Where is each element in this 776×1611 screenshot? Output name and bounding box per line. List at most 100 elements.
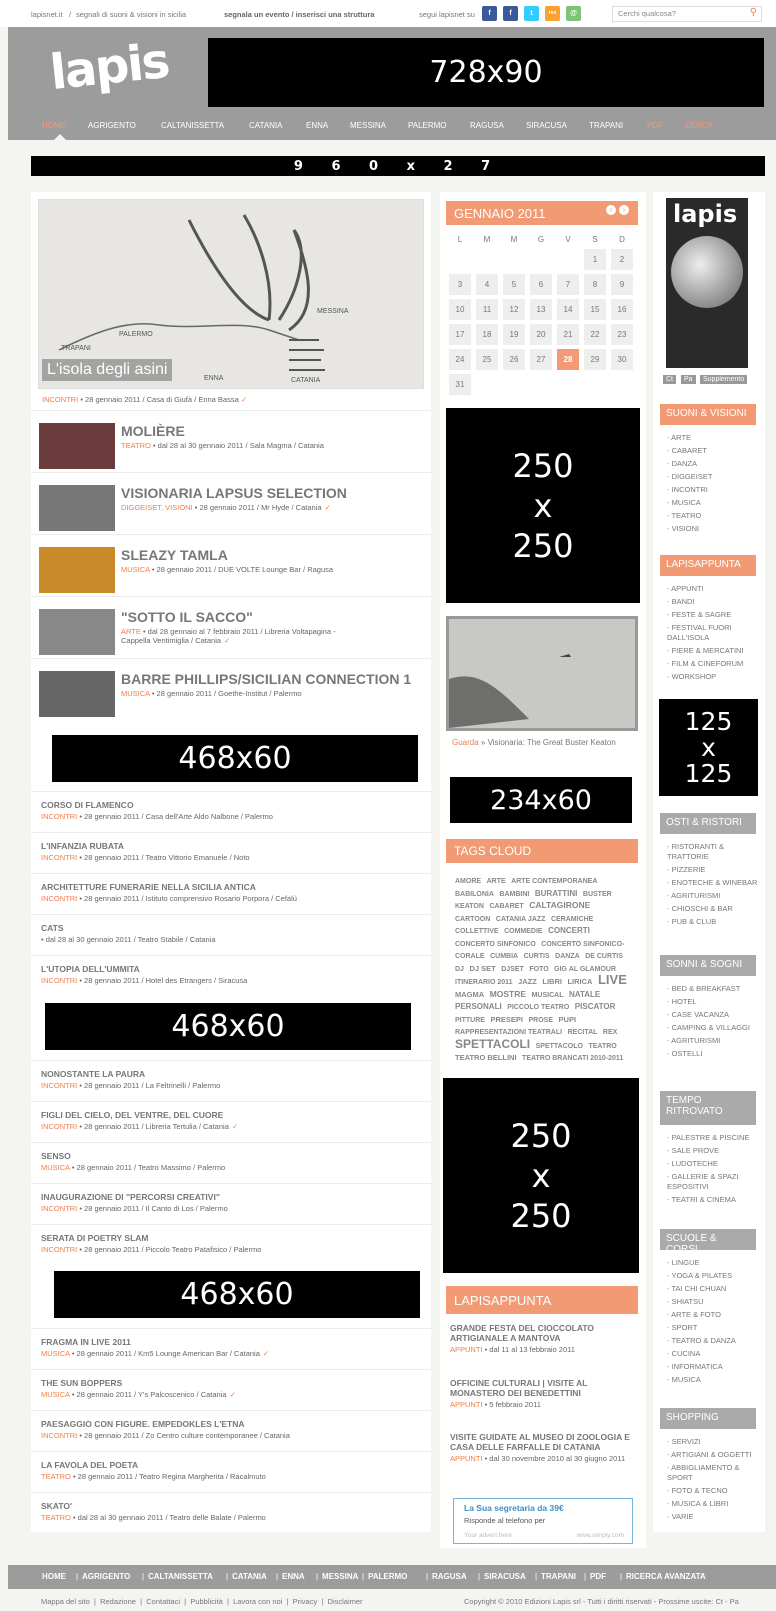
mag-tab-pa[interactable]: Pa: [681, 375, 696, 384]
calendar-day[interactable]: 20: [530, 324, 552, 345]
footer-link[interactable]: SIRACUSA: [484, 1572, 526, 1581]
calendar-day[interactable]: 13: [530, 299, 552, 320]
event-title[interactable]: PAESAGGIO CON FIGURE. EMPEDOKLES L'ETNA: [41, 1419, 245, 1429]
calendar-day[interactable]: 11: [476, 299, 498, 320]
footer-link[interactable]: AGRIGENTO: [82, 1572, 130, 1581]
tag-link[interactable]: BABILONIA: [455, 891, 494, 898]
section-link[interactable]: DIGGEISET: [667, 472, 759, 482]
calendar-day[interactable]: 14: [557, 299, 579, 320]
event-category[interactable]: DIGGEISET, VISIONI: [121, 503, 193, 512]
nav-siracusa[interactable]: SIRACUSA: [526, 121, 567, 130]
site-logo[interactable]: lapis: [47, 33, 170, 101]
section-link[interactable]: CASE VACANZA: [667, 1010, 759, 1020]
tag-link[interactable]: RAPPRESENTAZIONI TEATRALI: [455, 1029, 562, 1036]
tag-link[interactable]: COLLETTIVE: [455, 928, 499, 935]
footer-link[interactable]: CATANIA: [232, 1572, 267, 1581]
nav-agrigento[interactable]: AGRIGENTO: [88, 121, 136, 130]
list-item[interactable]: CORSO DI FLAMENCO INCONTRI • 28 gennaio 2…: [31, 791, 431, 832]
section-link[interactable]: TEATRI & CINEMA: [667, 1195, 759, 1205]
calendar-day[interactable]: 26: [503, 349, 525, 370]
appunta-item[interactable]: OFFICINE CULTURALI | VISITE AL MONASTERO…: [450, 1378, 638, 1410]
bottom-link[interactable]: Lavora con noi: [233, 1597, 282, 1606]
footer-link[interactable]: MESSINA: [322, 1572, 358, 1581]
event-row[interactable]: MOLIÈRE TEATRO • dal 28 al 30 gennaio 201…: [31, 410, 431, 472]
list-item[interactable]: L'UTOPIA DELL'UMMITA INCONTRI • 28 gennai…: [31, 955, 431, 996]
event-category[interactable]: MUSICA: [121, 689, 150, 698]
bottom-link[interactable]: Privacy: [293, 1597, 318, 1606]
tag-link[interactable]: RECITAL: [568, 1029, 598, 1036]
tag-link[interactable]: ARTE CONTEMPORANEA: [511, 878, 597, 885]
tag-link[interactable]: ITINERARIO 2011: [455, 979, 513, 986]
calendar-day[interactable]: 1: [584, 249, 606, 270]
event-row[interactable]: VISIONARIA LAPSUS SELECTION DIGGEISET, VI…: [31, 472, 431, 534]
event-category[interactable]: MUSICA: [41, 1390, 70, 1399]
tag-link[interactable]: DJ SET: [469, 964, 495, 973]
tag-link[interactable]: PERSONALI: [455, 1002, 502, 1011]
event-category[interactable]: TEATRO: [121, 441, 151, 450]
section-link[interactable]: VISIONI: [667, 524, 759, 534]
prev-month-icon[interactable]: ‹: [606, 205, 616, 215]
footer-link[interactable]: RICERCA AVANZATA: [626, 1572, 706, 1581]
section-link[interactable]: DANZA: [667, 459, 759, 469]
tag-link[interactable]: CALTAGIRONE: [529, 900, 590, 910]
appunta-category[interactable]: APPUNTI: [450, 1400, 483, 1409]
nav-home[interactable]: HOME: [42, 121, 66, 130]
section-link[interactable]: AGRITURISMI: [667, 891, 759, 901]
ad-banner-top[interactable]: 728x90: [208, 38, 764, 107]
calendar-day[interactable]: 18: [476, 324, 498, 345]
calendar-day[interactable]: 27: [530, 349, 552, 370]
ad-banner-wide[interactable]: 9 6 0 x 2 7: [31, 156, 765, 176]
ad-banner-234[interactable]: 234x60: [450, 777, 632, 823]
section-link[interactable]: FESTIVAL FUORI DALL'ISOLA: [667, 623, 759, 642]
event-category[interactable]: INCONTRI: [41, 812, 77, 821]
list-item[interactable]: CATS • dal 28 al 30 gennaio 2011 / Teatr…: [31, 914, 431, 955]
footer-link[interactable]: HOME: [42, 1572, 66, 1581]
calendar-day[interactable]: 15: [584, 299, 606, 320]
bottom-link[interactable]: Contattaci: [146, 1597, 180, 1606]
tag-link[interactable]: ARTE: [487, 878, 506, 885]
nav-catania[interactable]: CATANIA: [249, 121, 282, 130]
email-icon[interactable]: @: [566, 6, 581, 21]
tag-link[interactable]: BURATTINI: [535, 889, 578, 898]
calendar-day[interactable]: 7: [557, 274, 579, 295]
event-category[interactable]: INCONTRI: [41, 1081, 77, 1090]
event-category[interactable]: INCONTRI: [41, 976, 77, 985]
list-item[interactable]: LA FAVOLA DEL POETA TEATRO • 28 gennaio 2…: [31, 1451, 431, 1492]
calendar-day[interactable]: 6: [530, 274, 552, 295]
section-link[interactable]: FILM & CINEFORUM: [667, 659, 759, 669]
section-link[interactable]: SALE PROVE: [667, 1146, 759, 1156]
ad-box-250[interactable]: 250 x 250: [443, 1078, 639, 1273]
tag-link[interactable]: DANZA: [555, 953, 580, 960]
calendar-day[interactable]: 21: [557, 324, 579, 345]
calendar-day[interactable]: 19: [503, 324, 525, 345]
section-link[interactable]: MUSICA: [667, 498, 759, 508]
event-title[interactable]: "SOTTO IL SACCO": [121, 609, 253, 625]
calendar-day[interactable]: 22: [584, 324, 606, 345]
tag-link[interactable]: NATALE: [569, 990, 600, 999]
list-item[interactable]: THE SUN BOPPERS MUSICA • 28 gennaio 2011 …: [31, 1369, 431, 1410]
section-link[interactable]: TAI CHI CHUAN: [667, 1284, 759, 1294]
tag-link[interactable]: FOTO: [529, 966, 548, 973]
tag-link[interactable]: DJSET: [501, 966, 524, 973]
appunta-item[interactable]: VISITE GUIDATE AL MUSEO DI ZOOLOGIA E CA…: [450, 1432, 638, 1464]
facebook-icon[interactable]: f: [482, 6, 497, 21]
tag-link[interactable]: CONCERTI: [548, 926, 590, 935]
section-link[interactable]: CHIOSCHI & BAR: [667, 904, 759, 914]
section-link[interactable]: TEATRO & DANZA: [667, 1336, 759, 1346]
site-link[interactable]: lapisnet.it: [31, 10, 63, 19]
calendar-day[interactable]: 9: [611, 274, 633, 295]
nav-pdf[interactable]: PDF: [647, 121, 663, 130]
ad-banner-468[interactable]: 468x60: [45, 1003, 411, 1050]
event-title[interactable]: FRAGMA IN LIVE 2011: [41, 1337, 131, 1347]
nav-messina[interactable]: MESSINA: [350, 121, 386, 130]
event-thumbnail[interactable]: [39, 609, 115, 655]
section-link[interactable]: ARTIGIANI & OGGETTI: [667, 1450, 759, 1460]
tag-link[interactable]: AMORE: [455, 878, 481, 885]
text-ad[interactable]: La Sua segretaria da 39€ Risponde al tel…: [453, 1498, 633, 1544]
event-category[interactable]: INCONTRI: [41, 853, 77, 862]
event-category[interactable]: MUSICA: [41, 1349, 70, 1358]
tag-link[interactable]: SPETTACOLO: [536, 1043, 583, 1050]
rss-icon[interactable]: rss: [545, 6, 560, 21]
calendar-day[interactable]: 30: [611, 349, 633, 370]
list-item[interactable]: SERATA DI POETRY SLAM INCONTRI • 28 genna…: [31, 1224, 431, 1265]
